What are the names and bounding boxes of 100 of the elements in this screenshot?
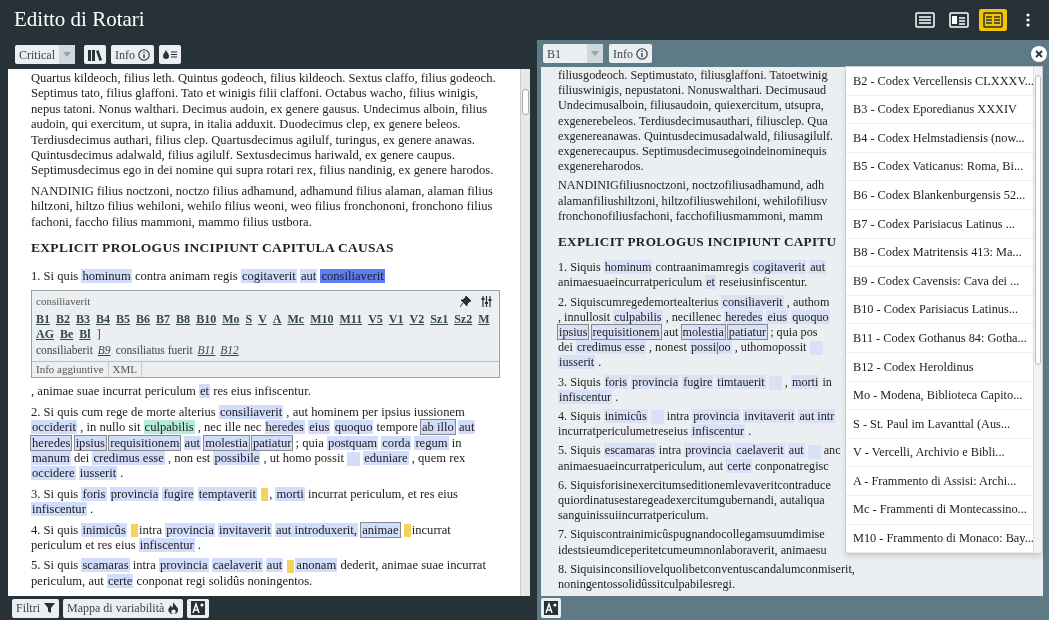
witness-option[interactable]: B3 - Codex Eporedianus XXXIV	[846, 95, 1033, 125]
variant-word[interactable]: foris	[603, 374, 629, 389]
witness-option[interactable]: V - Vercelli, Archivio e Bibli...	[846, 438, 1033, 468]
witness-option[interactable]: B11 - Codex Gothanus 84: Gotha...	[846, 324, 1033, 353]
variant-word[interactable]: corda	[381, 435, 412, 450]
witness-option[interactable]: B8 - Codex Matritensis 413: Ma...	[846, 238, 1033, 268]
filter-button[interactable]: Filtri	[12, 598, 59, 618]
variant-word[interactable]: aut	[183, 435, 201, 450]
siglum-link[interactable]: AG	[36, 327, 54, 343]
variant-word[interactable]: postquam	[327, 435, 379, 450]
siglum-link[interactable]: M10	[310, 312, 334, 328]
siglum-link[interactable]: M11	[339, 312, 363, 328]
witness-option[interactable]: M10 - Frammento di Monaco: Bay...	[846, 524, 1033, 553]
siglum-link[interactable]: V5	[368, 312, 383, 328]
variant-word[interactable]: aut	[787, 443, 805, 458]
selected-word[interactable]: consiliaverit	[320, 269, 385, 284]
variant-word[interactable]: requisitionem	[591, 325, 661, 340]
variant-word[interactable]: provincia	[159, 558, 209, 573]
variant-word[interactable]: provincia	[684, 443, 733, 458]
variant-word[interactable]: caelaverit	[211, 558, 263, 573]
variant-word[interactable]: ab illo	[421, 420, 455, 435]
witness-option[interactable]: B7 - Codex Parisiacus Latinus ...	[846, 209, 1033, 239]
variant-word[interactable]: escamaras	[603, 443, 656, 458]
variant-word[interactable]: certe	[726, 458, 752, 473]
variant-word[interactable]: fugire	[162, 486, 195, 501]
siglum-link[interactable]: B6	[136, 312, 151, 328]
variant-word[interactable]: cogitaverit	[751, 260, 807, 275]
sliders-icon[interactable]	[481, 296, 492, 308]
variant-word[interactable]: certe	[106, 573, 134, 588]
pin-icon[interactable]	[460, 296, 471, 308]
witness-option[interactable]: B5 - Codex Vaticanus: Roma, Bi...	[846, 152, 1033, 182]
variant-word[interactable]: aut	[809, 260, 826, 275]
witness-option[interactable]: B9 - Codex Cavensis: Cava dei ...	[846, 267, 1033, 296]
variant-word[interactable]: requisitionem	[109, 435, 181, 450]
witness-option[interactable]: B2 - Codex Vercellensis CLXXXV...	[846, 67, 1033, 96]
note-marker[interactable]	[131, 524, 138, 538]
variant-word[interactable]: ipsius	[558, 325, 589, 340]
siglum-link[interactable]: Sz1	[430, 312, 449, 328]
variant-word[interactable]: cogitaverit	[240, 269, 297, 284]
siglum-link[interactable]: B8	[176, 312, 191, 328]
variant-word[interactable]: anonam	[295, 558, 338, 573]
scrollbar-thumb[interactable]	[522, 89, 529, 115]
variant-word[interactable]: patiatur	[727, 325, 768, 340]
siglum-link[interactable]: B11	[197, 342, 216, 359]
witness-option[interactable]: B6 - Codex Blankenburgensis 52...	[846, 181, 1033, 210]
siglum-link[interactable]: M	[478, 312, 490, 328]
variant-word[interactable]: eius	[766, 309, 789, 324]
variant-word[interactable]: heredes	[724, 309, 764, 324]
variant-word[interactable]: animae	[361, 522, 400, 537]
library-button[interactable]	[84, 45, 106, 64]
siglum-link[interactable]: B7	[156, 312, 171, 328]
variant-word[interactable]: timtauerit	[716, 374, 766, 389]
info-button[interactable]: Info	[609, 44, 652, 63]
lacuna-marker[interactable]	[347, 452, 361, 466]
siglum-link[interactable]: B4	[96, 312, 111, 328]
variant-word[interactable]: quoquo	[791, 309, 830, 324]
font-size-button[interactable]	[541, 598, 561, 618]
variant-word[interactable]: et	[705, 275, 716, 290]
variant-word[interactable]: aut	[299, 269, 318, 284]
variant-word[interactable]: inimicûs	[81, 522, 127, 537]
variant-word[interactable]: infiscentur	[138, 537, 195, 552]
variant-word[interactable]: morti	[790, 374, 820, 389]
siglum-link[interactable]: B10	[196, 312, 217, 328]
siglum-link[interactable]: Sz2	[454, 312, 473, 328]
variant-word[interactable]: inimicûs	[603, 409, 648, 424]
variant-word[interactable]: heredes	[31, 435, 72, 450]
variant-word[interactable]: provincia	[692, 409, 741, 424]
variability-map-button[interactable]: Mappa di variabilità	[63, 598, 184, 618]
witness-option[interactable]: B12 - Codex Heroldinus	[846, 352, 1033, 382]
variant-word[interactable]: et	[198, 384, 211, 399]
siglum-link[interactable]: B5	[116, 312, 131, 328]
witness-option[interactable]: A - Frammento di Assisi: Archi...	[846, 467, 1033, 496]
variant-word[interactable]: fugire	[682, 374, 714, 389]
variant-word[interactable]: occiderit	[31, 420, 78, 435]
variant-word[interactable]: culpabilis	[143, 420, 195, 435]
variant-word[interactable]: aut	[265, 558, 284, 573]
variant-word[interactable]: infiscentur	[31, 502, 87, 517]
variant-word[interactable]: provincia	[165, 522, 215, 537]
variant-word[interactable]: possi|oo	[690, 340, 732, 355]
variant-word[interactable]: infiscentur	[558, 389, 613, 404]
variant-word[interactable]: temptaverit	[197, 486, 257, 501]
dropdown-select[interactable]: Critical	[15, 45, 75, 64]
variant-word[interactable]: provincia	[109, 486, 160, 501]
siglum-link[interactable]: B3	[76, 312, 91, 328]
variant-word[interactable]: aut introduxerit,	[274, 522, 358, 537]
variant-word[interactable]: quoquo	[333, 420, 374, 435]
legend-button[interactable]	[159, 45, 181, 64]
note-marker[interactable]	[261, 488, 269, 502]
variant-word[interactable]: regum	[414, 435, 449, 450]
dropdown-select[interactable]: B1	[543, 44, 603, 63]
close-button[interactable]	[1031, 46, 1047, 62]
scrollbar-thumb[interactable]	[1035, 75, 1041, 365]
variant-word[interactable]: consiliaverit	[721, 294, 784, 309]
variant-word[interactable]: credimus esse	[575, 340, 646, 355]
variant-word[interactable]: scamaras	[81, 558, 130, 573]
siglum-link[interactable]: Mc	[287, 312, 305, 328]
siglum-link[interactable]: S	[245, 312, 253, 328]
variant-word[interactable]: iusserit	[558, 355, 596, 370]
witness-option[interactable]: B4 - Codex Helmstadiensis (now...	[846, 124, 1033, 153]
siglum-link[interactable]: Bl	[79, 327, 91, 343]
